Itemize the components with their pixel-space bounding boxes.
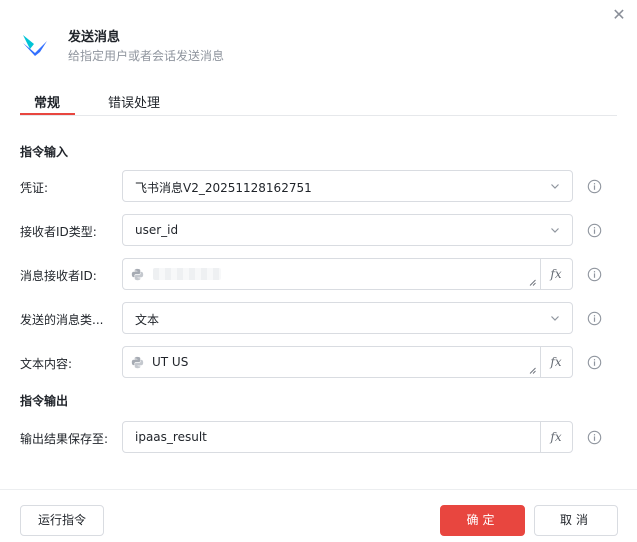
confirm-button[interactable]: 确定 (440, 505, 525, 536)
save-result-label: 输出结果保存至: (20, 432, 109, 446)
dialog-subtitle: 给指定用户或者会话发送消息 (68, 49, 225, 63)
python-icon (131, 268, 144, 281)
receiver-id-type-label: 接收者ID类型: (20, 225, 97, 239)
receiver-id-type-value: user_id (135, 223, 179, 237)
app-logo-icon (23, 35, 47, 56)
tab-bar: 常规 错误处理 (20, 88, 617, 116)
fx-button[interactable]: fx (540, 347, 572, 377)
python-icon (131, 356, 144, 369)
text-content-field: UT US fx (122, 346, 573, 378)
message-type-value: 文本 (135, 313, 160, 327)
receiver-id-input[interactable] (123, 259, 541, 289)
masked-receiver-id (153, 268, 221, 280)
info-icon[interactable] (587, 430, 602, 445)
cancel-button[interactable]: 取消 (534, 505, 618, 536)
tab-error-handling[interactable]: 错误处理 (108, 92, 160, 111)
save-result-input[interactable]: ipaas_result (123, 422, 541, 452)
text-content-value: UT US (152, 355, 189, 369)
chevron-down-icon (551, 316, 559, 321)
message-type-select[interactable]: 文本 (122, 302, 573, 334)
resize-handle[interactable] (529, 279, 536, 286)
section-output-title: 指令输出 (20, 394, 69, 408)
tab-general[interactable]: 常规 (34, 92, 60, 111)
active-tab-indicator (20, 113, 75, 115)
credential-label: 凭证: (20, 181, 49, 195)
text-content-label: 文本内容: (20, 357, 73, 371)
dialog-title: 发送消息 (68, 30, 121, 45)
footer-divider (0, 489, 637, 490)
section-input-title: 指令输入 (20, 145, 69, 159)
chevron-down-icon (551, 228, 559, 233)
resize-handle[interactable] (529, 367, 536, 374)
info-icon[interactable] (587, 311, 602, 326)
credential-select[interactable]: 飞书消息V2_20251128162751 (122, 170, 573, 202)
credential-value: 飞书消息V2_20251128162751 (135, 181, 312, 195)
receiver-id-label: 消息接收者ID: (20, 269, 97, 283)
save-result-value: ipaas_result (135, 430, 207, 444)
info-icon[interactable] (587, 179, 602, 194)
fx-button[interactable]: fx (540, 422, 572, 452)
info-icon[interactable] (587, 267, 602, 282)
run-command-button[interactable]: 运行指令 (20, 505, 104, 536)
save-result-field: ipaas_result fx (122, 421, 573, 453)
message-type-label: 发送的消息类... (20, 313, 104, 327)
close-icon[interactable]: ✕ (610, 6, 628, 24)
receiver-id-type-select[interactable]: user_id (122, 214, 573, 246)
receiver-id-field: fx (122, 258, 573, 290)
chevron-down-icon (551, 184, 559, 189)
text-content-input[interactable]: UT US (123, 347, 541, 377)
info-icon[interactable] (587, 355, 602, 370)
dialog-header: 发送消息 给指定用户或者会话发送消息 (20, 24, 580, 68)
info-icon[interactable] (587, 223, 602, 238)
fx-button[interactable]: fx (540, 259, 572, 289)
